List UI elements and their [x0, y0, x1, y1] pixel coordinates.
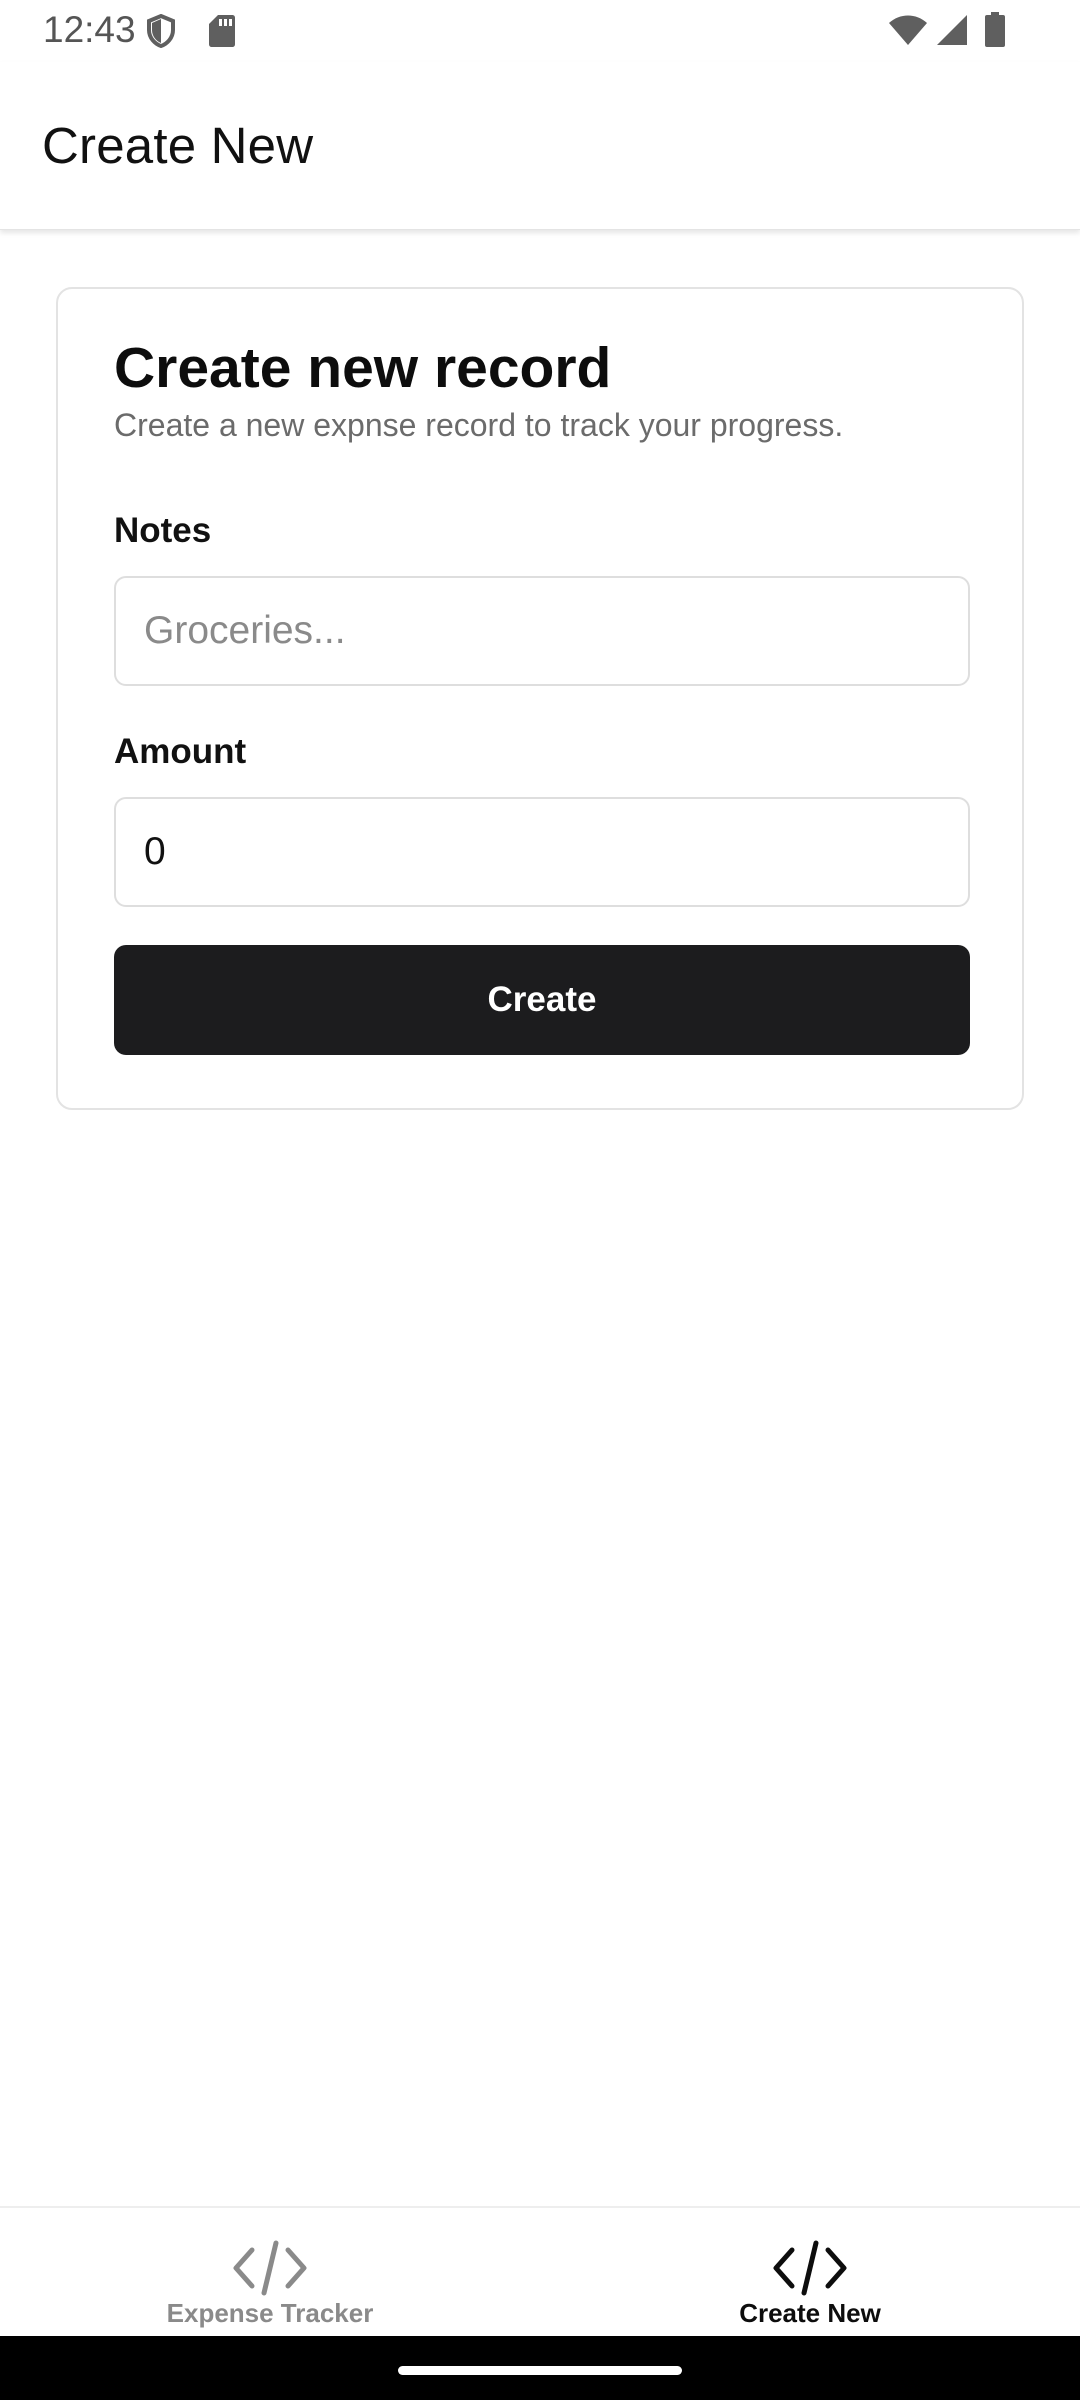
create-button[interactable]: Create [114, 945, 970, 1055]
signal-icon [936, 14, 968, 51]
status-bar: 12:43 [0, 0, 1080, 62]
shield-icon [146, 13, 176, 53]
home-indicator[interactable] [398, 2366, 682, 2375]
battery-icon [984, 12, 1006, 53]
nav-label-expense-tracker: Expense Tracker [166, 2298, 374, 2328]
wifi-icon [888, 14, 928, 51]
card-description: Create a new expnse record to track your… [114, 407, 844, 443]
amount-input[interactable] [114, 797, 970, 907]
create-record-card: Create new record Create a new expnse re… [56, 287, 1024, 1110]
gesture-bar [0, 2336, 1080, 2400]
notes-input[interactable] [114, 576, 970, 686]
status-time: 12:43 [43, 9, 136, 50]
app-bar: Create New [0, 62, 1080, 230]
code-icon [772, 2240, 848, 2296]
nav-item-create-new[interactable]: Create New [540, 2208, 1080, 2338]
bottom-nav: Expense Tracker Create New [0, 2206, 1080, 2336]
page-title: Create New [42, 117, 314, 174]
sd-card-icon [208, 14, 236, 53]
nav-label-create-new: Create New [739, 2298, 881, 2328]
nav-item-expense-tracker[interactable]: Expense Tracker [0, 2208, 540, 2338]
card-title: Create new record [114, 336, 612, 400]
amount-label: Amount [114, 732, 247, 771]
code-icon [232, 2240, 308, 2296]
notes-label: Notes [114, 511, 212, 550]
